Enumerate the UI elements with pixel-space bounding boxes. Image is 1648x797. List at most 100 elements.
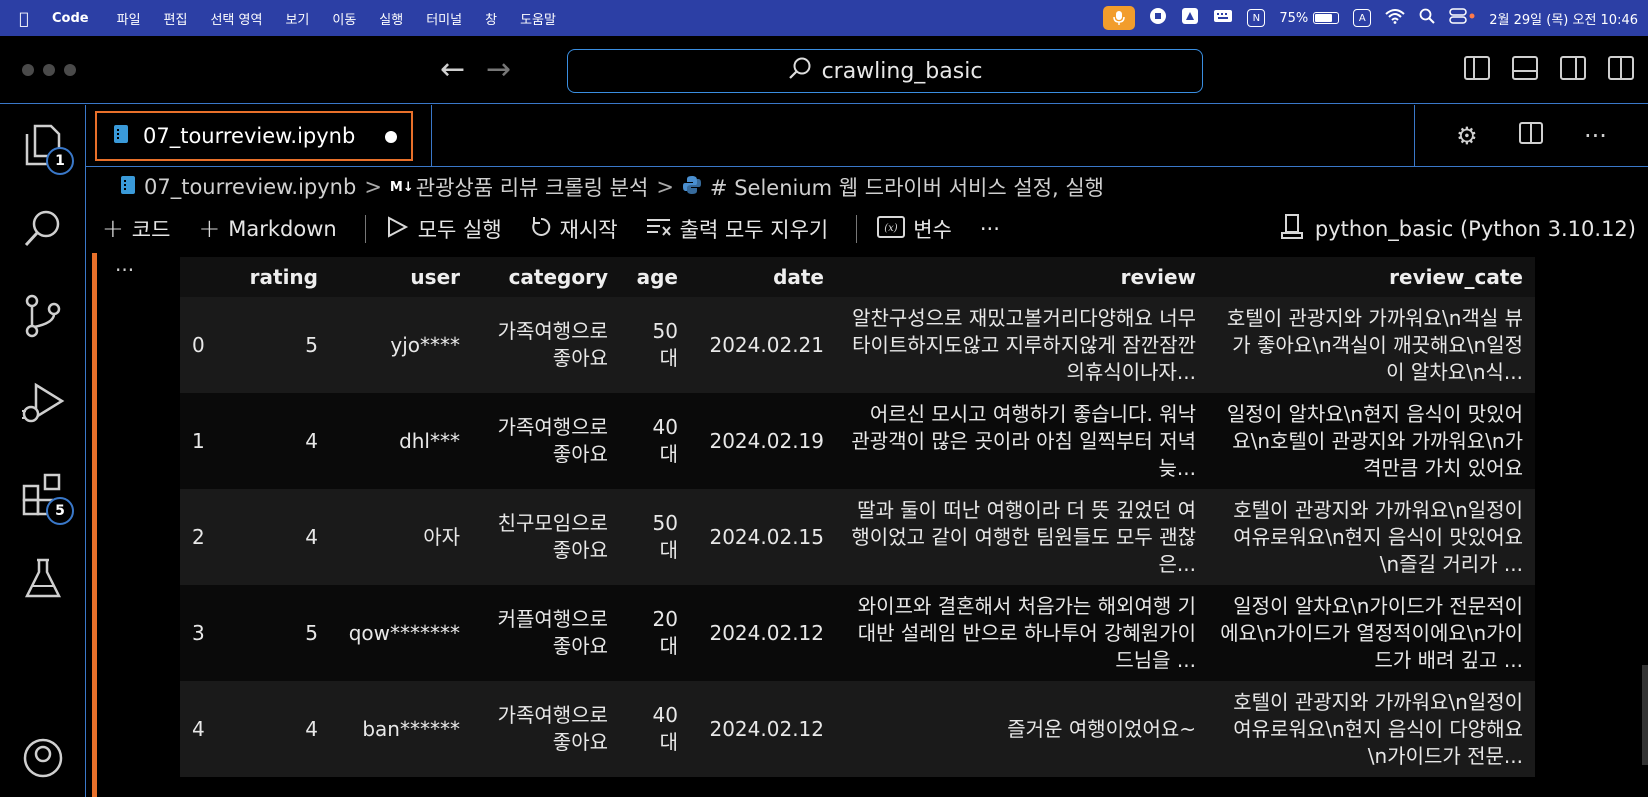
variables-label: 변수 — [913, 218, 952, 242]
toggle-panel-icon[interactable] — [1512, 56, 1538, 80]
keyboard-icon[interactable] — [1213, 8, 1233, 28]
drive-icon[interactable] — [1181, 7, 1199, 29]
cell-user: yjo**** — [330, 297, 472, 393]
cell-category: 친구모임으로 좋아요 — [472, 489, 620, 585]
cell-age: 40 대 — [620, 681, 690, 777]
explorer-badge: 1 — [46, 147, 74, 175]
menu-terminal[interactable]: 터미널 — [426, 9, 462, 28]
tab-notebook[interactable]: 07_tourreview.ipynb — [95, 111, 413, 161]
breadcrumb-file[interactable]: 07_tourreview.ipynb — [144, 175, 356, 199]
run-all-button[interactable]: 모두 실행 — [386, 214, 502, 244]
add-markdown-cell-button[interactable]: + Markdown — [198, 214, 336, 244]
menu-file[interactable]: 파일 — [117, 9, 141, 28]
row-index: 3 — [180, 585, 220, 681]
source-control-icon[interactable] — [20, 293, 66, 339]
split-editor-icon[interactable] — [1518, 122, 1543, 150]
menubar-clock[interactable]: 2월 29일 (목) 오전 10:46 — [1489, 9, 1638, 28]
battery-percent: 75% — [1279, 10, 1309, 26]
menu-run[interactable]: 실행 — [379, 9, 403, 28]
accounts-icon[interactable] — [20, 735, 66, 781]
testing-flask-icon[interactable] — [20, 555, 66, 601]
breadcrumb-section[interactable]: M↓ 관광상품 리뷰 크롤링 분석 — [390, 172, 648, 202]
column-header-index — [180, 257, 220, 297]
search-sidebar-icon[interactable] — [20, 205, 66, 251]
toggle-secondary-sidebar-icon[interactable] — [1560, 56, 1586, 80]
record-icon[interactable] — [1149, 7, 1167, 29]
column-header-age: age — [620, 257, 690, 297]
add-markdown-label: Markdown — [228, 217, 337, 241]
menu-selection[interactable]: 선택 영역 — [210, 9, 262, 28]
wifi-icon[interactable] — [1385, 8, 1405, 28]
cell-category: 커플여행으로 좋아요 — [472, 585, 620, 681]
back-arrow-icon[interactable]: ← — [440, 52, 465, 88]
tab-divider — [431, 105, 432, 167]
column-header-review: review — [836, 257, 1208, 297]
cell-review: 와이프와 결혼해서 처음가는 해외여행 기대반 설레임 반으로 하나투어 강혜원… — [857, 593, 1196, 672]
toolbar-more-button[interactable]: ··· — [980, 217, 1000, 241]
menu-window[interactable]: 창 — [485, 9, 497, 28]
row-index: 4 — [180, 681, 220, 777]
cell-focus-indicator — [92, 253, 97, 797]
notebook-toolbar: + 코드 + Markdown 모두 실행 재시작 출력 모두 지우기 (x) … — [86, 207, 1648, 251]
column-header-review-cate: review_cate — [1208, 257, 1535, 297]
cell-date: 2024.02.12 — [690, 585, 836, 681]
more-actions-icon[interactable]: ··· — [1584, 122, 1607, 150]
toggle-primary-sidebar-icon[interactable] — [1464, 56, 1490, 80]
macos-menubar:  Code 파일 편집 선택 영역 보기 이동 실행 터미널 창 도움말 N … — [0, 0, 1648, 36]
add-code-cell-button[interactable]: + 코드 — [102, 214, 170, 244]
cell-user: dhl*** — [330, 393, 472, 489]
restart-button[interactable]: 재시작 — [530, 214, 618, 244]
output-scrollbar[interactable] — [1642, 665, 1648, 765]
control-center-icon[interactable] — [1449, 8, 1475, 28]
unsaved-dot-icon[interactable] — [385, 131, 397, 143]
command-center-search[interactable]: crawling_basic — [567, 49, 1203, 93]
notebook-file-icon — [113, 124, 129, 149]
clear-outputs-button[interactable]: 출력 모두 지우기 — [646, 214, 828, 244]
row-index: 1 — [180, 393, 220, 489]
add-code-label: 코드 — [131, 218, 171, 242]
window-controls[interactable] — [22, 64, 76, 76]
battery-status[interactable]: 75% — [1279, 10, 1340, 26]
input-source-icon[interactable]: A — [1353, 9, 1372, 27]
gear-icon[interactable]: ⚙ — [1456, 122, 1478, 150]
extensions-icon[interactable]: 5 — [20, 471, 74, 525]
output-more-actions[interactable]: ··· — [115, 258, 134, 282]
restart-label: 재시작 — [559, 218, 618, 242]
battery-icon — [1313, 12, 1340, 24]
apple-icon[interactable]:  — [10, 9, 38, 28]
microphone-icon[interactable] — [1103, 6, 1136, 30]
column-header-date: date — [690, 257, 836, 297]
variables-button[interactable]: (x) 변수 — [877, 214, 952, 244]
kernel-picker[interactable]: python_basic (Python 3.10.12) — [1280, 207, 1636, 251]
cell-category: 가족여행으로 좋아요 — [472, 393, 620, 489]
table-header-row: rating user category age date review rev… — [180, 257, 1535, 297]
customize-layout-icon[interactable] — [1608, 56, 1634, 80]
cell-user: ban****** — [330, 681, 472, 777]
breadcrumb-cell[interactable]: # Selenium 웹 드라이버 서비스 설정, 실행 — [710, 172, 1104, 202]
column-header-category: category — [472, 257, 620, 297]
tab-label: 07_tourreview.ipynb — [143, 124, 356, 148]
menu-go[interactable]: 이동 — [332, 9, 356, 28]
spotlight-icon[interactable] — [1419, 8, 1435, 28]
menu-help[interactable]: 도움말 — [520, 9, 556, 28]
python-icon — [682, 175, 702, 200]
menu-view[interactable]: 보기 — [285, 9, 309, 28]
forward-arrow-icon[interactable]: → — [486, 52, 511, 88]
column-header-user: user — [330, 257, 472, 297]
cell-review-cate: 호텔이 관광지와 가까워요\n일정이 여유로워요\n현지 음식이 맛있어요\n즐… — [1233, 497, 1523, 576]
menu-edit[interactable]: 편집 — [164, 9, 188, 28]
menu-app-name[interactable]: Code — [52, 11, 89, 26]
kernel-label: python_basic (Python 3.10.12) — [1314, 217, 1636, 241]
cell-rating: 4 — [220, 489, 330, 585]
cell-date: 2024.02.21 — [690, 297, 836, 393]
chevron-right-icon: > — [656, 175, 674, 199]
breadcrumb: 07_tourreview.ipynb > M↓ 관광상품 리뷰 크롤링 분석 … — [120, 170, 1104, 204]
cell-category: 가족여행으로 좋아요 — [472, 681, 620, 777]
run-and-debug-icon[interactable] — [20, 381, 66, 427]
clear-all-icon — [646, 216, 672, 243]
notion-icon[interactable]: N — [1247, 9, 1266, 27]
explorer-icon[interactable]: 1 — [20, 121, 74, 175]
kernel-icon — [1280, 213, 1303, 245]
cell-date: 2024.02.12 — [690, 681, 836, 777]
table-row: 3 5 qow******* 커플여행으로 좋아요 20 대 2024.02.1… — [180, 585, 1535, 681]
